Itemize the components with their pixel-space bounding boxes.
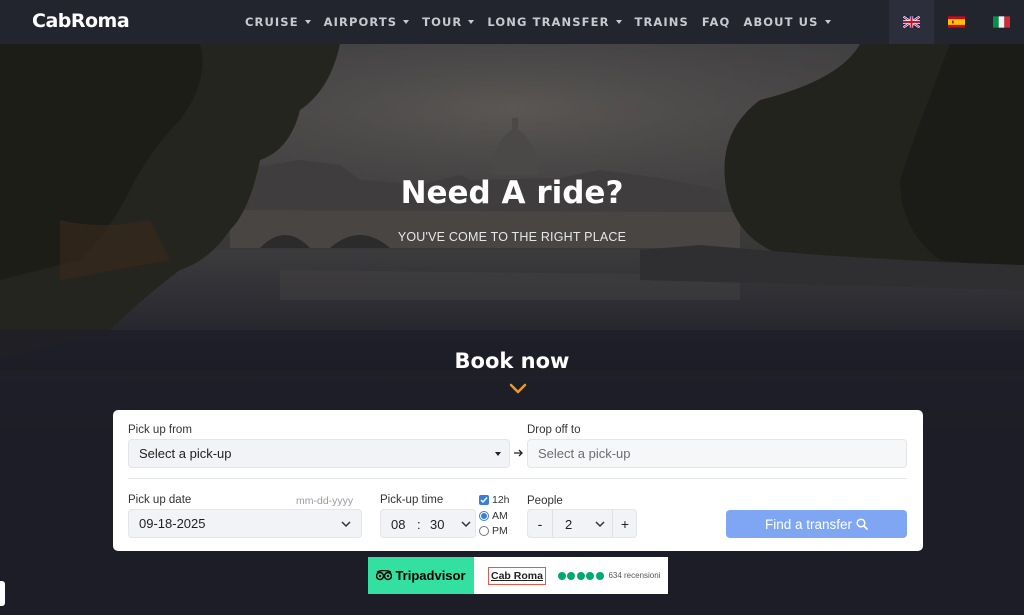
rating-bubble-icon: [567, 571, 576, 580]
chevron-down-icon: [461, 521, 471, 528]
nav-tour[interactable]: TOUR: [422, 15, 475, 29]
pickup-time-select[interactable]: 08 : 30: [380, 509, 476, 538]
people-label: People: [527, 495, 563, 507]
nav-long-transfer-label: LONG TRANSFER: [487, 15, 610, 29]
time-label: Pick-up time: [380, 494, 444, 506]
nav-trains-label: TRAINS: [634, 15, 689, 29]
review-count: 634 recensioni: [608, 571, 661, 580]
chevron-down-icon: [304, 20, 311, 24]
nav-airports-label: AIRPORTS: [323, 15, 398, 29]
italy-flag-icon: [993, 16, 1010, 28]
dropoff-label: Drop off to: [527, 424, 581, 436]
time-hour[interactable]: 08: [391, 517, 405, 532]
date-label: Pick up date: [128, 494, 192, 506]
form-divider: [128, 478, 907, 479]
nav-cruise[interactable]: CRUISE: [245, 15, 311, 29]
pm-option[interactable]: PM: [479, 525, 508, 537]
language-switcher: [889, 0, 1024, 44]
pickup-select-value: Select a pick-up: [139, 446, 232, 461]
spain-flag-icon: [948, 16, 965, 28]
chevron-down-icon: [341, 521, 351, 528]
nav-about-us-label: ABOUT US: [743, 15, 819, 29]
site-logo[interactable]: CabRoma: [32, 10, 130, 32]
find-transfer-label: Find a transfer: [764, 516, 853, 532]
pickup-select[interactable]: Select a pick-up: [128, 439, 510, 468]
radio-selected-icon[interactable]: [479, 511, 489, 521]
side-tab-edge[interactable]: [0, 581, 5, 606]
chevron-down-icon: [509, 383, 527, 394]
dropoff-placeholder: Select a pick-up: [538, 446, 631, 461]
nav-about-us[interactable]: ABOUT US: [743, 15, 831, 29]
uk-flag-icon: [903, 16, 920, 28]
nav-faq-label: FAQ: [701, 15, 731, 29]
rating-bubble-icon: [586, 571, 595, 580]
find-transfer-button[interactable]: Find a transfer: [726, 510, 907, 538]
nav-airports[interactable]: AIRPORTS: [324, 15, 410, 29]
arrow-right-icon: [514, 449, 523, 457]
language-english[interactable]: [889, 0, 934, 44]
people-increment-button[interactable]: +: [613, 510, 637, 538]
nav-cruise-label: CRUISE: [245, 15, 299, 29]
search-icon: [856, 518, 868, 530]
rating-bubble-icon: [576, 571, 585, 580]
checkmark-icon: [480, 497, 488, 504]
caret-down-icon: [495, 452, 501, 456]
date-format-hint: mm-dd-yyyy: [296, 495, 354, 507]
pickup-label: Pick up from: [128, 424, 192, 436]
people-decrement-button[interactable]: -: [528, 510, 552, 538]
time-separator: :: [417, 517, 421, 532]
nav-tour-label: TOUR: [422, 15, 463, 29]
chevron-down-icon: [403, 20, 410, 24]
people-count[interactable]: 2: [565, 517, 572, 532]
am-option[interactable]: AM: [479, 510, 508, 522]
owl-icon: [376, 570, 393, 581]
people-stepper: - 2 +: [527, 509, 637, 538]
pm-label: PM: [492, 525, 508, 537]
rating-bubble-icon: [595, 571, 604, 580]
chevron-down-icon: [615, 20, 622, 24]
format-12h-label: 12h: [492, 494, 510, 506]
hero-title: Need A ride?: [400, 175, 624, 211]
pickup-date-select[interactable]: 09-18-2025: [128, 509, 362, 538]
dropoff-input[interactable]: Select a pick-up: [527, 439, 907, 468]
language-italian[interactable]: [979, 0, 1024, 44]
rating-bubbles: [557, 571, 606, 580]
main-menu: CRUISE AIRPORTS TOUR LONG TRANSFER TRAIN…: [245, 0, 844, 44]
chevron-down-icon: [468, 20, 475, 24]
time-minute[interactable]: 30: [430, 517, 444, 532]
nav-faq[interactable]: FAQ: [702, 15, 731, 29]
tripadvisor-brand: Tripadvisor: [395, 568, 466, 583]
tripadvisor-logo[interactable]: Tripadvisor: [368, 557, 474, 594]
booking-form: Pick up from Select a pick-up Drop off t…: [113, 410, 923, 551]
nav-long-transfer[interactable]: LONG TRANSFER: [487, 15, 622, 29]
chevron-down-icon: [595, 521, 605, 528]
rating-bubble-icon: [557, 571, 566, 580]
tripadvisor-widget[interactable]: Tripadvisor Cab Roma 634 recensioni: [368, 557, 668, 594]
pickup-date-value: 09-18-2025: [139, 516, 206, 531]
book-now-heading: Book now: [454, 349, 570, 373]
chevron-down-icon: [824, 20, 831, 24]
nav-trains[interactable]: TRAINS: [635, 15, 689, 29]
hero-subtitle: YOU'VE COME TO THE RIGHT PLACE: [397, 230, 627, 244]
top-navbar: CabRoma CRUISE AIRPORTS TOUR LONG TRANSF…: [0, 0, 1024, 44]
stepper-divider: [552, 510, 553, 537]
radio-unselected-icon[interactable]: [479, 526, 489, 536]
am-label: AM: [492, 510, 508, 522]
business-name-link[interactable]: Cab Roma: [488, 566, 546, 585]
language-spanish[interactable]: [934, 0, 979, 44]
checkbox-checked-icon[interactable]: [479, 495, 489, 505]
format-12h-option[interactable]: 12h: [479, 494, 510, 506]
